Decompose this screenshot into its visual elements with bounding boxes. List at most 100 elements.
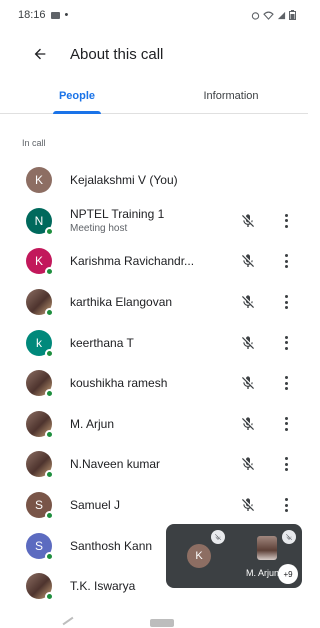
participant-name-block: keerthana T [70, 336, 218, 350]
avatar-wrap [26, 451, 54, 480]
status-icons [251, 10, 296, 20]
participant-name: karthika Elangovan [70, 295, 173, 310]
more-vert-icon[interactable] [278, 494, 294, 516]
participant-row[interactable]: M. Arjun [0, 404, 308, 445]
participant-row[interactable]: koushikha ramesh [0, 363, 308, 404]
more-dot [284, 213, 288, 217]
presence-indicator [45, 348, 54, 358]
avatar-wrap: k [26, 329, 54, 358]
participant-name: NPTEL Training 1 [70, 207, 165, 222]
status-bar: 18:16 • [0, 0, 308, 30]
participant-row[interactable]: K Kejalakshmi V (You) [0, 160, 308, 201]
participant-row[interactable]: K Karishma Ravichandr... [0, 241, 308, 282]
more-dot [284, 381, 288, 385]
more-dot [284, 498, 288, 502]
participant-row[interactable]: karthika Elangovan [0, 282, 308, 323]
more-dot [284, 346, 288, 350]
more-dot [284, 503, 288, 507]
more-dot [284, 335, 288, 339]
presence-indicator [45, 511, 54, 521]
avatar-wrap [26, 289, 54, 318]
presence-indicator [45, 226, 54, 236]
participant-name-block: N.Naveen kumar [70, 457, 218, 471]
mute-participant-button[interactable] [238, 333, 258, 353]
participant-row[interactable]: N.Naveen kumar [0, 444, 308, 485]
more-dot [284, 265, 288, 269]
presence-indicator [45, 429, 54, 439]
mute-participant-button[interactable] [238, 292, 258, 312]
more-dot [284, 306, 288, 310]
participant-name-block: Kejalakshmi V (You) [70, 173, 218, 187]
participant-name: Karishma Ravichandr... [70, 254, 195, 269]
more-vert-icon[interactable] [278, 291, 294, 313]
mic-off-icon [242, 214, 254, 227]
status-dot: • [64, 9, 69, 21]
page-title: About this call [70, 45, 164, 63]
more-dot [284, 457, 288, 461]
more-vert-icon[interactable] [278, 250, 294, 272]
nav-home-handle[interactable] [150, 619, 174, 627]
pip-mic-off-icon [282, 530, 296, 544]
more-dot [284, 341, 288, 345]
system-nav-bar [0, 612, 308, 628]
presence-indicator [45, 389, 54, 399]
mic-off-icon [242, 417, 254, 430]
video-pip[interactable]: K M. Arjun +9 [166, 524, 302, 588]
pip-more-count[interactable]: +9 [278, 564, 298, 584]
participant-row[interactable]: S Samuel J [0, 485, 308, 526]
pip-avatar: K [187, 544, 211, 568]
participant-name: keerthana T [70, 335, 134, 350]
avatar-wrap: S [26, 532, 54, 561]
more-dot [284, 509, 288, 513]
mic-off-icon [242, 254, 254, 268]
tab-bar: People Information [0, 78, 308, 114]
avatar: K [26, 167, 52, 194]
status-left: 18:16 • [18, 9, 68, 21]
more-dot [284, 295, 288, 299]
mute-participant-button[interactable] [238, 251, 258, 271]
participant-name-block: koushikha ramesh [70, 376, 218, 390]
more-dot [284, 219, 288, 223]
participant-name-block: karthika Elangovan [70, 295, 218, 309]
mute-participant-button[interactable] [238, 211, 258, 231]
back-button[interactable] [18, 34, 62, 74]
participant-role: Meeting host [70, 223, 128, 235]
more-vert-icon[interactable] [278, 372, 294, 394]
participant-name: koushikha ramesh [70, 376, 168, 391]
tab-information[interactable]: Information [154, 78, 308, 113]
avatar-wrap [26, 573, 54, 602]
participant-name-block: NPTEL Training 1 Meeting host [70, 207, 218, 234]
mute-participant-button[interactable] [238, 495, 258, 515]
tab-information-label: Information [203, 89, 259, 102]
battery-icon [289, 10, 296, 20]
participant-name: N.Naveen kumar [70, 457, 161, 472]
nav-back-gesture[interactable] [62, 616, 74, 626]
mute-participant-button[interactable] [238, 373, 258, 393]
more-dot [284, 300, 288, 304]
mute-participant-button[interactable] [238, 414, 258, 434]
more-vert-icon[interactable] [278, 413, 294, 435]
mic-off-icon [242, 457, 254, 471]
more-dot [284, 462, 288, 466]
arrow-back-icon [34, 48, 46, 60]
presence-indicator [45, 267, 54, 277]
tab-people-label: People [58, 89, 96, 102]
mic-off-icon [242, 498, 254, 512]
pip-participant-name: M. Arjun [246, 568, 280, 578]
mute-participant-button[interactable] [238, 454, 258, 474]
pip-mic-off-icon [211, 530, 225, 544]
avatar-wrap: N [26, 207, 54, 236]
more-vert-icon[interactable] [278, 453, 294, 475]
more-dot [284, 224, 288, 228]
more-vert-icon[interactable] [278, 332, 294, 354]
participant-row[interactable]: k keerthana T [0, 322, 308, 363]
tab-people[interactable]: People [0, 78, 154, 114]
presence-indicator [45, 592, 54, 602]
participant-row[interactable]: N NPTEL Training 1 Meeting host [0, 201, 308, 242]
tab-active-indicator [53, 111, 101, 114]
more-vert-icon[interactable] [278, 210, 294, 232]
wifi-icon [263, 11, 274, 20]
more-dot [284, 416, 288, 420]
notification-icon [50, 11, 60, 19]
section-label-in-call: In call [22, 138, 46, 148]
